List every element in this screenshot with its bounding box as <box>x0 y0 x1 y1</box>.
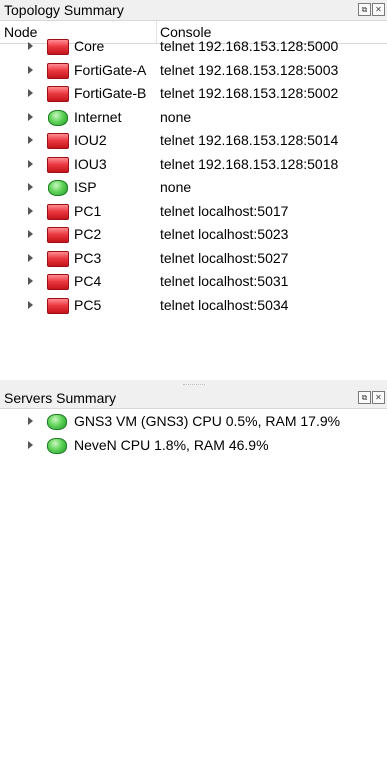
expand-arrow-icon[interactable] <box>28 159 33 168</box>
node-row[interactable]: PC4 telnet localhost:5031 <box>0 270 387 294</box>
node-row[interactable]: FortiGate-B telnet 192.168.153.128:5002 <box>0 82 387 106</box>
node-name: PC3 <box>74 249 102 266</box>
servers-summary-titlebar[interactable]: Servers Summary ⧉ ✕ <box>0 388 387 408</box>
node-row[interactable]: Internet none <box>0 106 387 130</box>
server-row[interactable]: NeveN CPU 1.8%, RAM 46.9% <box>0 434 387 458</box>
node-name: Internet <box>74 108 122 125</box>
expand-arrow-icon[interactable] <box>28 89 33 97</box>
node-console: telnet localhost:5023 <box>160 226 289 242</box>
node-row[interactable]: IOU2 telnet 192.168.153.128:5014 <box>0 129 387 153</box>
node-name: ISP <box>74 179 97 195</box>
node-name: PC1 <box>74 202 102 219</box>
node-name: IOU2 <box>74 132 107 148</box>
close-icon[interactable]: ✕ <box>372 3 385 16</box>
expand-arrow-icon[interactable] <box>28 206 33 215</box>
node-console: telnet 192.168.153.128:5000 <box>160 38 339 54</box>
node-console: telnet localhost:5031 <box>160 273 289 289</box>
node-row[interactable]: Core telnet 192.168.153.128:5000 <box>0 35 387 59</box>
node-row[interactable]: FortiGate-A telnet 192.168.153.128:5003 <box>0 59 387 83</box>
node-console: telnet 192.168.153.128:5002 <box>160 85 339 101</box>
expand-arrow-icon[interactable] <box>28 183 33 191</box>
red-device-icon <box>47 250 69 267</box>
topology-summary-title: Topology Summary <box>4 2 124 18</box>
expand-arrow-icon[interactable] <box>28 112 33 121</box>
node-row[interactable]: ISP none <box>0 176 387 200</box>
topology-summary-titlebar[interactable]: Topology Summary ⧉ ✕ <box>0 0 387 20</box>
expand-arrow-icon[interactable] <box>28 253 33 262</box>
expand-arrow-icon[interactable] <box>28 300 33 309</box>
red-device-icon <box>47 133 69 149</box>
expand-arrow-icon[interactable] <box>28 136 33 144</box>
red-device-icon <box>47 297 69 314</box>
dock-buttons: ⧉ ✕ <box>358 391 385 404</box>
node-row[interactable]: PC2 telnet localhost:5023 <box>0 223 387 247</box>
green-device-icon <box>48 109 68 126</box>
node-console: telnet 192.168.153.128:5014 <box>160 132 339 148</box>
topology-tree[interactable]: Node Console Core telnet 192.168.153.128:… <box>0 20 387 380</box>
node-name: Core <box>74 38 105 54</box>
server-info: GNS3 VM (GNS3) CPU 0.5%, RAM 17.9% <box>74 413 341 429</box>
green-server-status-icon <box>47 437 67 454</box>
node-console: telnet localhost:5027 <box>160 249 289 266</box>
green-device-icon <box>48 180 68 196</box>
node-name: PC5 <box>74 296 102 313</box>
node-console: telnet 192.168.153.128:5018 <box>160 155 339 172</box>
red-device-icon <box>47 203 69 220</box>
green-server-status-icon <box>47 414 67 430</box>
server-info: NeveN CPU 1.8%, RAM 46.9% <box>74 436 269 453</box>
node-console: telnet 192.168.153.128:5003 <box>160 61 339 78</box>
red-device-icon <box>47 62 69 79</box>
node-name: FortiGate-A <box>74 61 147 78</box>
expand-arrow-icon[interactable] <box>28 440 33 449</box>
node-console: none <box>160 108 192 125</box>
node-name: PC4 <box>74 273 102 289</box>
expand-arrow-icon[interactable] <box>28 230 33 238</box>
red-device-icon <box>47 86 69 102</box>
server-row[interactable]: GNS3 VM (GNS3) CPU 0.5%, RAM 17.9% <box>0 410 387 434</box>
red-device-icon <box>47 39 69 55</box>
dock-buttons: ⧉ ✕ <box>358 3 385 16</box>
servers-tree[interactable]: GNS3 VM (GNS3) CPU 0.5%, RAM 17.9% NeveN … <box>0 408 387 771</box>
red-device-icon <box>47 274 69 290</box>
node-console: telnet localhost:5017 <box>160 202 289 219</box>
dock-splitter[interactable] <box>0 380 387 388</box>
node-row[interactable]: PC1 telnet localhost:5017 <box>0 200 387 224</box>
splitter-grip[interactable] <box>183 384 205 386</box>
node-row[interactable]: PC3 telnet localhost:5027 <box>0 247 387 271</box>
red-device-icon <box>47 156 69 173</box>
close-icon[interactable]: ✕ <box>372 391 385 404</box>
float-icon[interactable]: ⧉ <box>358 391 371 404</box>
node-row[interactable]: IOU3 telnet 192.168.153.128:5018 <box>0 153 387 177</box>
node-name: IOU3 <box>74 155 107 172</box>
expand-arrow-icon[interactable] <box>28 277 33 285</box>
topology-summary-panel: Topology Summary ⧉ ✕ Node Console Core te… <box>0 0 387 380</box>
node-console: none <box>160 179 192 195</box>
expand-arrow-icon[interactable] <box>28 417 33 425</box>
node-console: telnet localhost:5034 <box>160 296 289 313</box>
servers-summary-title: Servers Summary <box>4 390 117 406</box>
node-name: FortiGate-B <box>74 85 147 101</box>
node-row[interactable]: PC5 telnet localhost:5034 <box>0 294 387 318</box>
red-device-icon <box>47 227 69 243</box>
expand-arrow-icon[interactable] <box>28 42 33 50</box>
expand-arrow-icon[interactable] <box>28 65 33 74</box>
servers-summary-panel: Servers Summary ⧉ ✕ GNS3 VM (GNS3) CPU 0… <box>0 388 387 771</box>
float-icon[interactable]: ⧉ <box>358 3 371 16</box>
node-name: PC2 <box>74 226 102 242</box>
